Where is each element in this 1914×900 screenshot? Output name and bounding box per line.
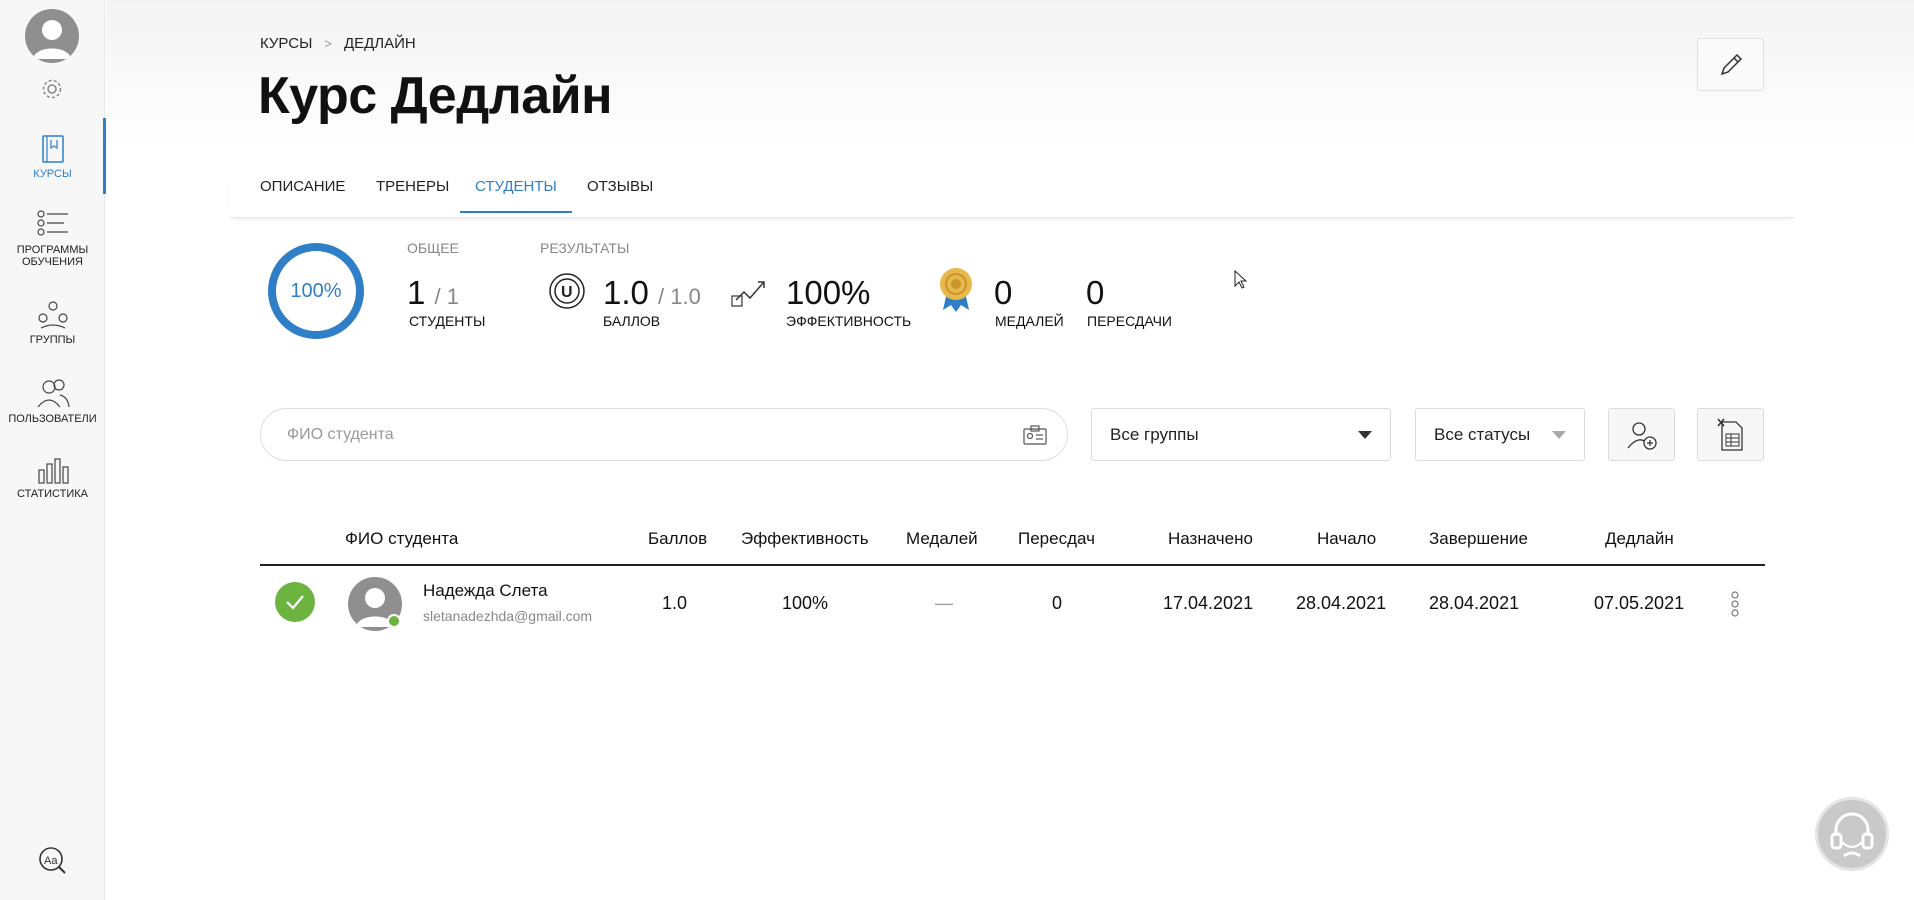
students-count: 1 / 1 <box>407 274 459 312</box>
column-header-name[interactable]: ФИО студента <box>345 529 458 549</box>
points-badge-icon: U <box>549 273 585 309</box>
column-header-medals[interactable]: Медалей <box>906 529 978 549</box>
medal-icon <box>940 268 972 312</box>
student-name[interactable]: Надежда Слета <box>423 581 548 601</box>
column-header-finish[interactable]: Завершение <box>1429 529 1528 549</box>
tab-trainers[interactable]: ТРЕНЕРЫ <box>376 178 449 213</box>
status-select-value: Все статусы <box>1434 424 1531 444</box>
online-status-dot <box>387 614 401 628</box>
tabs: ОПИСАНИЕ ТРЕНЕРЫ СТУДЕНТЫ ОТЗЫВЫ <box>230 168 1795 218</box>
column-header-efficiency[interactable]: Эффективность <box>741 529 869 549</box>
sidebar-item-groups[interactable]: ГРУППЫ <box>0 300 105 346</box>
cell-retakes: 0 <box>1052 593 1063 613</box>
retakes-caption: ПЕРЕСДАЧИ <box>1087 313 1172 329</box>
add-student-button[interactable] <box>1608 408 1675 461</box>
support-chat-button[interactable] <box>1815 797 1889 871</box>
students-caption: СТУДЕНТЫ <box>409 313 486 329</box>
students-total: / 1 <box>434 284 459 309</box>
groups-select-value: Все группы <box>1110 424 1199 444</box>
chevron-down-icon <box>1358 431 1372 439</box>
students-value: 1 <box>407 274 426 311</box>
sidebar-item-label: СТАТИСТИКА <box>17 488 88 500</box>
tab-description[interactable]: ОПИСАНИЕ <box>260 178 345 213</box>
cell-assigned: 17.04.2021 <box>1163 593 1254 613</box>
efficiency-chart-icon <box>731 281 765 307</box>
tab-students[interactable]: СТУДЕНТЫ <box>460 178 572 213</box>
completed-status-icon <box>275 582 315 622</box>
excel-export-icon <box>1716 418 1743 451</box>
export-excel-button[interactable] <box>1697 408 1764 461</box>
tab-reviews[interactable]: ОТЗЫВЫ <box>587 178 653 213</box>
edit-button[interactable] <box>1697 38 1764 91</box>
progress-label: 100% <box>290 279 342 302</box>
breadcrumb: КУРСЫ > ДЕДЛАЙН <box>260 35 416 52</box>
id-card-icon[interactable] <box>1023 424 1047 446</box>
efficiency-caption: ЭФФЕКТИВНОСТЬ <box>786 313 912 329</box>
general-header: ОБЩЕЕ <box>407 240 459 256</box>
sidebar-item-label: КУРСЫ <box>33 168 72 180</box>
student-email: sletanadezhda@gmail.com <box>423 608 593 624</box>
sidebar-item-courses[interactable]: КУРСЫ <box>0 118 106 194</box>
page-title: Курс Дедлайн <box>258 67 613 125</box>
headset-icon <box>1830 812 1874 858</box>
points-caption: БАЛЛОВ <box>603 313 661 329</box>
mouse-cursor-icon <box>1234 270 1248 289</box>
more-options-icon[interactable] <box>1730 591 1740 617</box>
bar-chart-icon <box>37 458 69 484</box>
chevron-down-icon <box>1552 431 1566 439</box>
sidebar: КУРСЫ ПРОГРАММЫ ОБУЧЕНИЯ ГРУППЫ ПОЛЬЗОВА… <box>0 0 106 900</box>
svg-text:U: U <box>561 284 573 301</box>
cell-efficiency: 100% <box>782 593 829 613</box>
checklist-icon <box>36 210 68 236</box>
retakes-value: 0 <box>1086 274 1105 311</box>
font-size-icon[interactable]: Aa <box>38 846 66 874</box>
column-header-deadline[interactable]: Дедлайн <box>1605 529 1674 549</box>
medals-caption: МЕДАЛЕЙ <box>995 313 1064 329</box>
points-count: 1.0 / 1.0 <box>603 274 701 312</box>
student-search <box>260 408 1068 461</box>
group-icon <box>37 301 68 329</box>
cell-finish: 28.04.2021 <box>1429 593 1520 613</box>
sidebar-item-users[interactable]: ПОЛЬЗОВАТЕЛИ <box>0 377 105 425</box>
sidebar-item-label: ПРОГРАММЫ ОБУЧЕНИЯ <box>16 244 89 268</box>
svg-text:Aa: Aa <box>44 855 58 867</box>
column-header-retakes[interactable]: Пересдач <box>1018 529 1095 549</box>
search-input[interactable] <box>287 409 987 460</box>
book-icon <box>41 135 64 163</box>
users-icon <box>37 379 70 408</box>
user-avatar[interactable] <box>25 9 79 63</box>
cell-deadline: 07.05.2021 <box>1594 593 1685 613</box>
points-total: / 1.0 <box>658 284 701 309</box>
table-row[interactable]: Надежда Слета sletanadezhda@gmail.com 1.… <box>260 566 1765 642</box>
breadcrumb-root[interactable]: КУРСЫ <box>260 35 312 52</box>
sidebar-item-label: ГРУППЫ <box>29 334 76 346</box>
sidebar-item-programs[interactable]: ПРОГРАММЫ ОБУЧЕНИЯ <box>0 210 105 268</box>
cell-points: 1.0 <box>662 593 688 613</box>
column-header-assigned[interactable]: Назначено <box>1168 529 1253 549</box>
sidebar-item-statistics[interactable]: СТАТИСТИКА <box>0 458 105 500</box>
gear-icon[interactable] <box>40 77 64 101</box>
column-header-start[interactable]: Начало <box>1317 529 1376 549</box>
breadcrumb-current: ДЕДЛАЙН <box>343 35 416 52</box>
status-select[interactable]: Все статусы <box>1415 408 1585 461</box>
sidebar-item-label: ПОЛЬЗОВАТЕЛИ <box>8 413 97 425</box>
add-user-icon <box>1626 421 1657 450</box>
medals-value: 0 <box>994 274 1013 311</box>
cell-medals: — <box>935 593 953 613</box>
results-header: РЕЗУЛЬТАТЫ <box>540 240 630 256</box>
groups-select[interactable]: Все группы <box>1091 408 1391 461</box>
points-value: 1.0 <box>603 274 649 311</box>
pencil-icon <box>1720 53 1742 75</box>
table-header: ФИО студента Баллов Эффективность Медале… <box>260 523 1765 566</box>
cell-start: 28.04.2021 <box>1296 593 1387 613</box>
breadcrumb-separator: > <box>324 36 332 51</box>
column-header-points[interactable]: Баллов <box>648 529 707 549</box>
efficiency-value: 100% <box>786 274 871 311</box>
